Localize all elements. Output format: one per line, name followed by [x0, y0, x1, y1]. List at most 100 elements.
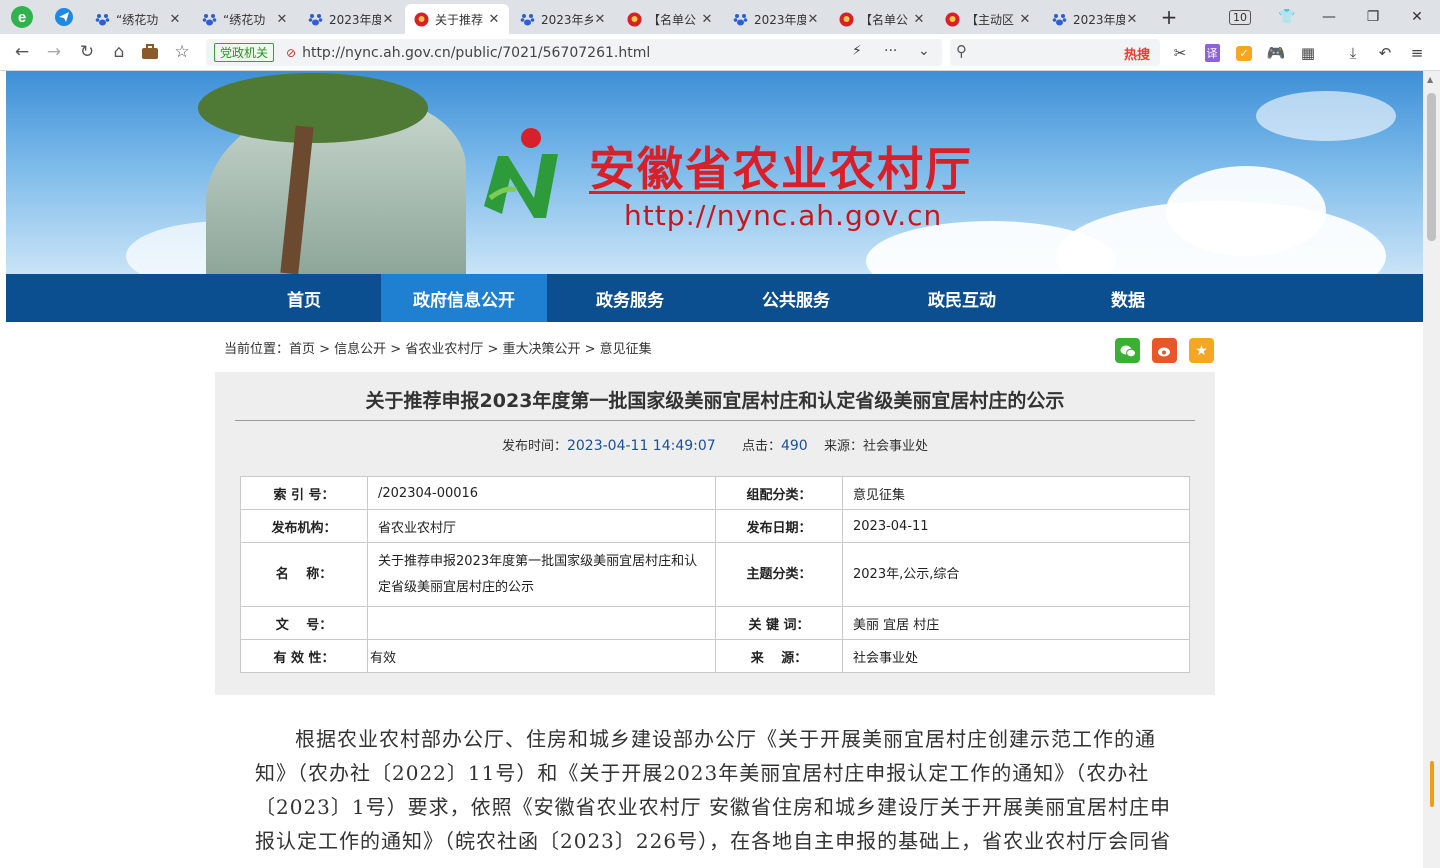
nav-item[interactable]: 政民互动: [879, 274, 1045, 322]
close-icon[interactable]: ✕: [487, 12, 501, 27]
info-key: 发布日期：: [715, 509, 843, 543]
briefcase-icon[interactable]: [138, 40, 162, 64]
browser-logo-icon[interactable]: e: [8, 4, 36, 30]
apps-grid-icon[interactable]: ▦: [1298, 43, 1318, 63]
home-button[interactable]: ⌂: [107, 40, 131, 64]
close-icon[interactable]: ✕: [168, 12, 182, 27]
gov-badge: 党政机关: [214, 43, 275, 62]
browser-tab[interactable]: 【名单公 ✕: [830, 4, 934, 34]
close-window-button[interactable]: ✕: [1406, 4, 1428, 30]
shield-icon[interactable]: ✓: [1234, 43, 1254, 63]
scissors-icon[interactable]: ✂: [1170, 43, 1190, 63]
back-button[interactable]: ←: [10, 40, 34, 64]
security-warning-icon: ⊘: [286, 45, 297, 60]
close-icon[interactable]: ✕: [275, 12, 289, 27]
reload-button[interactable]: ↻: [75, 40, 99, 64]
browser-tab-bar: e “绣花功 ✕ “绣花功 ✕ 2023年度 ✕ 关于推荐 ✕ 2023年乡 ✕ 【名单公 ✕ 2023…: [0, 0, 1440, 34]
info-value: 2023年,公示,综合: [842, 542, 1190, 607]
article-header: 关于推荐申报2023年度第一批国家级美丽宜居村庄和认定省级美丽宜居村庄的公示 发…: [215, 372, 1215, 465]
tab-label: 2023年乡: [541, 12, 593, 27]
baidu-paw-icon: [1051, 11, 1067, 27]
browser-tab[interactable]: 2023年乡 ✕: [511, 4, 615, 34]
browser-tab[interactable]: 2023年度 ✕: [1043, 4, 1147, 34]
national-emblem-icon: [413, 11, 429, 27]
svg-text:e: e: [18, 9, 26, 26]
table-row: 索 引 号： /202304-00016 组配分类： 意见征集: [240, 476, 1190, 510]
nav-item[interactable]: 政府信息公开: [381, 274, 547, 322]
info-key: 组配分类：: [715, 476, 843, 510]
publish-label: 发布时间：: [501, 439, 567, 454]
scroll-marker: [1430, 761, 1434, 807]
nav-item[interactable]: 首页: [221, 274, 387, 322]
tab-label: “绣花功: [116, 12, 159, 27]
close-icon[interactable]: ✕: [381, 12, 395, 27]
nav-item[interactable]: 政务服务: [547, 274, 713, 322]
tab-label: 关于推荐: [435, 12, 484, 27]
tab-label: 2023年度: [1073, 12, 1125, 27]
info-value: 社会事业处: [842, 639, 1190, 673]
baidu-paw-icon: [307, 11, 323, 27]
browser-tab[interactable]: 关于推荐 ✕: [405, 4, 509, 34]
tab-count-badge[interactable]: 10: [1229, 4, 1251, 30]
table-row: 名 称： 关于推荐申报2023年度第一批国家级美丽宜居村庄和认定省级美丽宜居村庄…: [240, 542, 1190, 607]
forward-button[interactable]: →: [42, 40, 66, 64]
favorite-share-icon[interactable]: ★: [1189, 338, 1214, 363]
scroll-up-icon[interactable]: ▲: [1427, 75, 1433, 84]
national-emblem-icon: [626, 11, 642, 27]
download-icon[interactable]: ⤓: [1343, 43, 1363, 63]
search-icon: ⚲: [956, 42, 967, 60]
browser-tab[interactable]: “绣花功 ✕: [86, 4, 190, 34]
scroll-thumb[interactable]: [1427, 93, 1436, 241]
browser-tab[interactable]: 【名单公 ✕: [618, 4, 722, 34]
browser-tab[interactable]: “绣花功 ✕: [193, 4, 297, 34]
article-title: 关于推荐申报2023年度第一批国家级美丽宜居村庄和认定省级美丽宜居村庄的公示: [365, 390, 1065, 412]
nav-item[interactable]: 数据: [1045, 274, 1211, 322]
clicks-label: 点击：: [741, 439, 781, 454]
info-key: 索 引 号：: [240, 476, 368, 510]
undo-icon[interactable]: ↶: [1375, 43, 1395, 63]
translate-icon[interactable]: 译: [1202, 43, 1222, 63]
wechat-share-icon[interactable]: [1115, 338, 1140, 363]
info-key: 有 效 性：: [240, 639, 368, 673]
tab-label: 【名单公: [860, 12, 909, 27]
national-emblem-icon: [944, 11, 960, 27]
info-value: 省农业农村厅: [367, 509, 716, 543]
close-icon[interactable]: ✕: [1018, 12, 1032, 27]
favorites-icon[interactable]: ☆: [170, 40, 194, 64]
more-icon[interactable]: ···: [884, 43, 897, 59]
page-scrollbar[interactable]: ▲: [1423, 71, 1440, 868]
send-icon[interactable]: [52, 4, 76, 30]
info-value: 关于推荐申报2023年度第一批国家级美丽宜居村庄和认定省级美丽宜居村庄的公示: [367, 542, 716, 607]
close-icon[interactable]: ✕: [806, 12, 820, 27]
article-meta: 发布时间：2023-04-11 14:49:07 点击：490 来源：社会事业处: [215, 435, 1215, 454]
close-icon[interactable]: ✕: [912, 12, 926, 27]
info-value: /202304-00016: [367, 476, 716, 510]
info-value: 美丽 宜居 村庄: [842, 606, 1190, 640]
browser-tab[interactable]: 2023年度 ✕: [299, 4, 403, 34]
weibo-share-icon[interactable]: [1152, 338, 1177, 363]
game-icon[interactable]: 🎮: [1266, 43, 1286, 63]
close-icon[interactable]: ✕: [1125, 12, 1139, 27]
close-icon[interactable]: ✕: [700, 12, 714, 27]
lightning-icon[interactable]: ⚡: [852, 43, 862, 59]
hot-search-label[interactable]: 热搜: [1124, 44, 1150, 63]
skin-icon[interactable]: 👕: [1276, 4, 1298, 30]
address-toolbar: ← → ↻ ⌂ ☆ 党政机关 ⊘ http://nync.ah.gov.cn/p…: [0, 34, 1440, 71]
tab-label: 2023年度: [329, 12, 381, 27]
browser-tab[interactable]: 2023年度 ✕: [724, 4, 828, 34]
chevron-down-icon[interactable]: ⌄: [918, 43, 930, 59]
new-tab-button[interactable]: +: [1158, 4, 1180, 30]
info-value: [367, 606, 716, 640]
menu-icon[interactable]: ≡: [1407, 43, 1427, 63]
table-row: 有 效 性： 有效 来 源： 社会事业处: [240, 639, 1190, 673]
close-icon[interactable]: ✕: [593, 12, 607, 27]
search-input[interactable]: ⚲ 热搜: [950, 39, 1160, 66]
nav-item[interactable]: 公共服务: [713, 274, 879, 322]
site-url: http://nync.ah.gov.cn: [624, 199, 943, 232]
url-bar[interactable]: 党政机关 ⊘ http://nync.ah.gov.cn/public/7021…: [206, 39, 942, 66]
article-body: 根据农业农村部办公厅、住房和城乡建设部办公厅《关于开展美丽宜居村庄创建示范工作的…: [255, 727, 1172, 853]
restore-button[interactable]: ❐: [1362, 4, 1384, 30]
site-logo-icon: [476, 126, 571, 221]
browser-tab[interactable]: 【主动区 ✕: [936, 4, 1040, 34]
minimize-button[interactable]: —: [1318, 4, 1340, 30]
